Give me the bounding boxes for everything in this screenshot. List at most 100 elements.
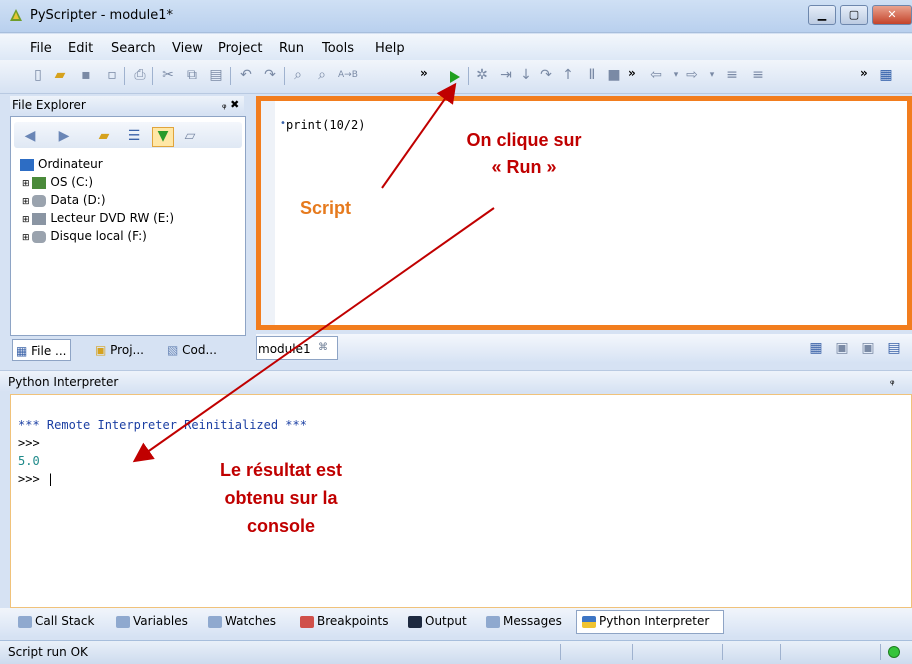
run-to-cursor-icon[interactable]: ⇥ (498, 67, 514, 83)
tree-item-dvd[interactable]: ⊞ Lecteur DVD RW (E:) (22, 211, 174, 225)
annotation-line: console (246, 516, 316, 536)
tab-messages[interactable]: Messages (486, 614, 562, 628)
tab-watches[interactable]: Watches (208, 614, 276, 628)
print-icon[interactable]: ⎙ (132, 67, 148, 83)
tab-output[interactable]: Output (408, 614, 467, 628)
expand-icon[interactable]: ⊞ (22, 233, 32, 243)
annotation-script: Script (300, 198, 352, 218)
status-led-icon (888, 646, 900, 658)
find-icon[interactable]: ⌕ (290, 67, 306, 83)
filter-icon[interactable]: ▼ (152, 127, 174, 147)
tab-label: Watches (225, 614, 276, 628)
maximize-button[interactable]: ▢ (840, 5, 868, 25)
tab-label: Proj... (110, 343, 144, 357)
step-into-icon[interactable]: ↓ (518, 67, 534, 83)
tree-item-computer[interactable]: Ordinateur (20, 157, 103, 171)
replace-icon[interactable]: A→B (338, 67, 358, 83)
tree-label: Lecteur DVD RW (E:) (50, 211, 175, 225)
pin-close-icon[interactable]: ᵩ ✖ (222, 98, 239, 111)
editor-tool-icon[interactable]: ▣ (834, 340, 850, 356)
expand-icon[interactable]: ⊞ (22, 197, 32, 207)
step-out-icon[interactable]: ↑ (560, 67, 576, 83)
tab-python-interpreter-label[interactable]: Python Interpreter (582, 614, 709, 628)
computer-icon (20, 158, 34, 171)
indent-icon[interactable]: ≡ (724, 67, 740, 83)
close-tab-icon[interactable]: ⌘ (318, 342, 328, 353)
annotation-run: On clique sur « Run » (446, 130, 602, 178)
stop-icon[interactable]: ■ (606, 67, 622, 83)
redo-icon[interactable]: ↷ (262, 67, 278, 83)
tree-item-local-disk[interactable]: ⊞ Disque local (F:) (22, 229, 147, 243)
find-next-icon[interactable]: ⌕ (314, 67, 330, 83)
editor-tool-icon[interactable]: ▣ (860, 340, 876, 356)
watches-icon (208, 615, 222, 628)
new-file-icon[interactable]: ▯ (30, 67, 46, 83)
menu-help[interactable]: Help (375, 41, 405, 56)
editor-tool-icon[interactable]: ▦ (808, 340, 824, 356)
tab-module1-label: module1 (258, 342, 311, 356)
editor-tool-icon[interactable]: ▤ (886, 340, 902, 356)
tree-item-os[interactable]: ⊞ OS (C:) (22, 175, 93, 189)
save-icon[interactable]: ▪ (78, 67, 94, 83)
variables-icon (116, 615, 130, 628)
annotation-line: Le résultat est (219, 460, 343, 480)
status-text: Script run OK (8, 645, 88, 659)
tree-label: Ordinateur (38, 157, 103, 171)
breakpoints-icon (300, 615, 314, 628)
menu-run[interactable]: Run (279, 41, 304, 56)
undo-icon[interactable]: ↶ (238, 67, 254, 83)
tree-item-data[interactable]: ⊞ Data (D:) (22, 193, 106, 207)
menu-project[interactable]: Project (218, 41, 262, 56)
output-icon (408, 615, 422, 628)
editor-gutter (261, 101, 275, 325)
forward-dropdown-icon[interactable]: ▾ (704, 67, 720, 83)
minimize-button[interactable]: ▁ (808, 5, 836, 25)
toolbar-separator (284, 67, 285, 85)
step-over-icon[interactable]: ↷ (538, 67, 554, 83)
pin-icon[interactable]: ᵩ (890, 374, 895, 387)
folder-up-icon[interactable]: ▰ (96, 128, 112, 144)
debug-icon[interactable]: ✲ (474, 67, 490, 83)
back-icon[interactable]: ◀ (22, 128, 38, 144)
tab-file-explorer[interactable]: ▦ File ... (12, 339, 71, 361)
cut-icon[interactable]: ✂ (160, 67, 176, 83)
tab-breakpoints[interactable]: Breakpoints (300, 614, 388, 628)
run-icon[interactable] (448, 70, 462, 84)
pause-icon[interactable]: Ⅱ (584, 67, 600, 83)
tab-label: Messages (503, 614, 562, 628)
view-icon[interactable]: ☰ (126, 128, 142, 144)
menu-search[interactable]: Search (111, 41, 156, 56)
menu-file[interactable]: File (30, 41, 52, 56)
dedent-icon[interactable]: ≡ (750, 67, 766, 83)
back-icon[interactable]: ⇦ (648, 67, 664, 83)
new-folder-icon[interactable]: ▱ (182, 128, 198, 144)
menu-tools[interactable]: Tools (322, 41, 354, 56)
toolbar-overflow-icon[interactable]: » (628, 66, 636, 80)
tab-variables[interactable]: Variables (116, 614, 188, 628)
folder-tree-icon: ▦ (16, 344, 32, 358)
tab-project-explorer[interactable]: ▣ Proj... (92, 339, 147, 361)
copy-icon[interactable]: ⧉ (184, 67, 200, 83)
open-folder-icon[interactable]: ▰ (52, 67, 68, 83)
paste-icon[interactable]: ▤ (208, 67, 224, 83)
tree-label: Data (D:) (50, 193, 106, 207)
tab-label: Cod... (182, 343, 217, 357)
menu-view[interactable]: View (172, 41, 203, 56)
tab-code-explorer[interactable]: ▧ Cod... (164, 339, 220, 361)
expand-icon[interactable]: ⊞ (22, 179, 32, 189)
code-line[interactable]: print(10/2) (286, 118, 365, 132)
menu-edit[interactable]: Edit (68, 41, 93, 56)
tab-call-stack[interactable]: Call Stack (18, 614, 94, 628)
tab-label: Python Interpreter (599, 614, 710, 628)
layout-icon[interactable]: ▦ (878, 67, 894, 83)
expand-icon[interactable]: ⊞ (22, 215, 32, 225)
save-all-icon[interactable]: ▫ (104, 67, 120, 83)
forward-icon[interactable]: ⇨ (684, 67, 700, 83)
back-dropdown-icon[interactable]: ▾ (668, 67, 684, 83)
status-separator (632, 644, 633, 660)
tab-label: Breakpoints (317, 614, 389, 628)
close-button[interactable]: ✕ (872, 5, 912, 25)
toolbar-overflow-icon[interactable]: » (860, 66, 868, 80)
toolbar-overflow-icon[interactable]: » (420, 66, 428, 80)
forward-icon[interactable]: ▶ (56, 128, 72, 144)
